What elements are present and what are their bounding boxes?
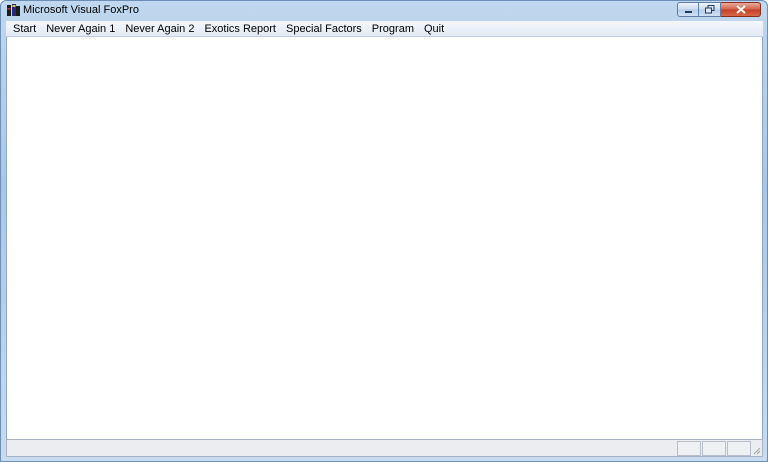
menu-start[interactable]: Start [8, 21, 41, 37]
status-panel-2 [702, 441, 726, 456]
status-panel-1 [677, 441, 701, 456]
close-button[interactable] [721, 2, 761, 17]
maximize-button[interactable] [699, 2, 721, 17]
menu-quit[interactable]: Quit [419, 21, 449, 37]
menu-exotics-report[interactable]: Exotics Report [199, 21, 281, 37]
menu-special-factors[interactable]: Special Factors [281, 21, 367, 37]
menu-program[interactable]: Program [367, 21, 419, 37]
resize-grip-icon[interactable] [751, 445, 761, 455]
window-title: Microsoft Visual FoxPro [23, 4, 139, 16]
maximize-icon [704, 5, 714, 14]
status-panel-3 [727, 441, 751, 456]
title-bar[interactable]: Microsoft Visual FoxPro [1, 1, 767, 21]
menu-never-again-2[interactable]: Never Again 2 [120, 21, 199, 37]
menu-bar: Start Never Again 1 Never Again 2 Exotic… [6, 21, 763, 37]
menu-never-again-1[interactable]: Never Again 1 [41, 21, 120, 37]
foxpro-app-icon [7, 4, 20, 16]
minimize-button[interactable] [677, 2, 699, 17]
caption-buttons [677, 2, 761, 17]
status-bar [6, 439, 763, 457]
application-window: Microsoft Visual FoxPro Start Never Agai… [0, 0, 768, 462]
close-icon [735, 5, 746, 14]
minimize-icon [684, 10, 692, 13]
main-workspace[interactable] [6, 37, 763, 439]
